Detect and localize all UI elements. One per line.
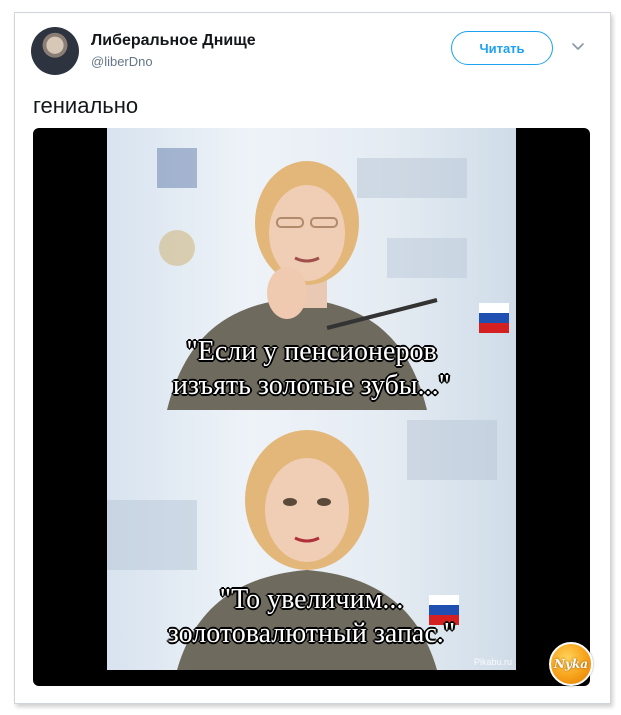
caption-line: "Если у пенсионеров <box>186 336 437 367</box>
media-photo-top: "Если у пенсионеров изъять золотые зубы.… <box>107 128 516 410</box>
tweet-card: Либеральное Днище @liberDno Читать гениа… <box>14 12 611 704</box>
avatar[interactable] <box>31 27 79 75</box>
author-name[interactable]: Либеральное Днище <box>91 32 256 50</box>
site-logo-text: Nyka <box>553 657 589 671</box>
site-logo: Nyka <box>549 642 593 686</box>
tweet-media[interactable]: "Если у пенсионеров изъять золотые зубы.… <box>33 128 590 686</box>
follow-button[interactable]: Читать <box>451 31 553 65</box>
meme-caption-bottom: "То увеличим... золотовалютный запас." <box>107 583 516 651</box>
watermark: Pikabu.ru <box>473 657 512 667</box>
caption-line: "То увеличим... <box>219 584 404 615</box>
meme-caption-top: "Если у пенсионеров изъять золотые зубы.… <box>107 335 516 403</box>
tweet-text: гениально <box>33 93 139 118</box>
caption-line: изъять золотые зубы..." <box>172 370 451 401</box>
caption-line: золотовалютный запас." <box>167 618 456 649</box>
media-photo-bottom: "То увеличим... золотовалютный запас." P… <box>107 410 516 670</box>
author-handle[interactable]: @liberDno <box>91 54 153 69</box>
chevron-down-icon[interactable] <box>571 39 585 53</box>
